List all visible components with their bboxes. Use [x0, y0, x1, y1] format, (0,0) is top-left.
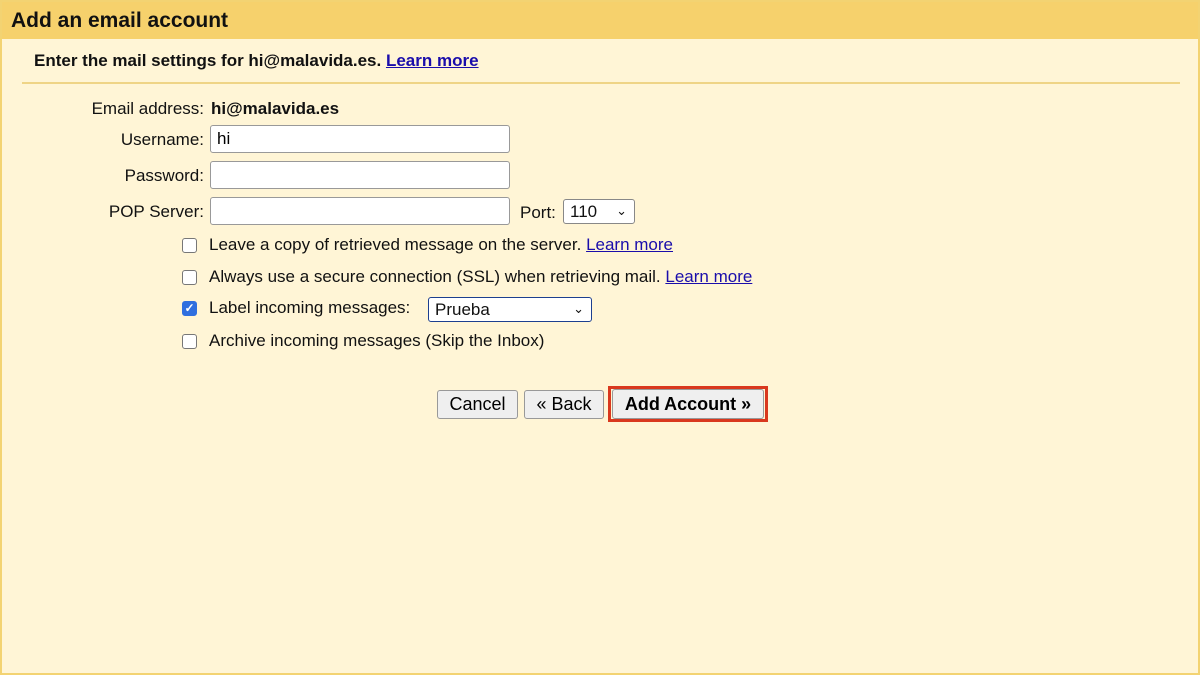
option-label: Archive incoming messages (Skip the Inbo…: [209, 331, 545, 350]
pop-server-input[interactable]: [210, 197, 510, 225]
label-select[interactable]: Prueba ⌄: [428, 297, 592, 322]
learn-more-link[interactable]: Learn more: [386, 51, 479, 70]
email-value: hi@malavida.es: [211, 99, 340, 118]
pop-server-label: POP Server:: [108, 202, 204, 221]
leave-copy-checkbox[interactable]: [182, 237, 197, 253]
learn-more-link[interactable]: Learn more: [586, 235, 673, 255]
divider: [22, 82, 1180, 84]
label-messages-checkbox[interactable]: ✓: [182, 300, 197, 316]
archive-checkbox[interactable]: [182, 333, 197, 349]
cancel-button[interactable]: Cancel: [437, 390, 518, 419]
option-leave-copy: Leave a copy of retrieved message on the…: [182, 235, 673, 255]
chevron-down-icon: ⌄: [616, 203, 627, 218]
dialog-title: Add an email account: [11, 9, 229, 32]
subheading-text: Enter the mail settings for hi@malavida.…: [34, 51, 382, 70]
back-button[interactable]: « Back: [524, 390, 604, 419]
option-label: Leave a copy of retrieved message on the…: [209, 235, 582, 254]
option-label: Label incoming messages:: [209, 298, 411, 317]
port-select[interactable]: 110 ⌄: [563, 199, 635, 224]
highlight-box: [608, 386, 768, 422]
option-archive: Archive incoming messages (Skip the Inbo…: [182, 331, 544, 351]
option-label: Always use a secure connection (SSL) whe…: [209, 267, 661, 286]
check-icon: ✓: [184, 301, 195, 315]
subheading: Enter the mail settings for hi@malavida.…: [34, 51, 479, 71]
username-label: Username:: [120, 130, 204, 149]
email-label: Email address:: [91, 99, 204, 118]
ssl-checkbox[interactable]: [182, 269, 197, 285]
chevron-down-icon: ⌄: [573, 301, 584, 316]
port-label: Port:: [520, 203, 556, 222]
dialog-header: Add an email account: [2, 2, 1198, 39]
option-ssl: Always use a secure connection (SSL) whe…: [182, 267, 752, 287]
password-label: Password:: [124, 166, 204, 185]
username-input[interactable]: [210, 125, 510, 153]
option-label-messages: ✓ Label incoming messages:: [182, 298, 410, 318]
port-value: 110: [570, 202, 598, 221]
label-select-value: Prueba: [435, 300, 490, 319]
password-input[interactable]: [210, 161, 510, 189]
learn-more-link[interactable]: Learn more: [665, 267, 752, 287]
